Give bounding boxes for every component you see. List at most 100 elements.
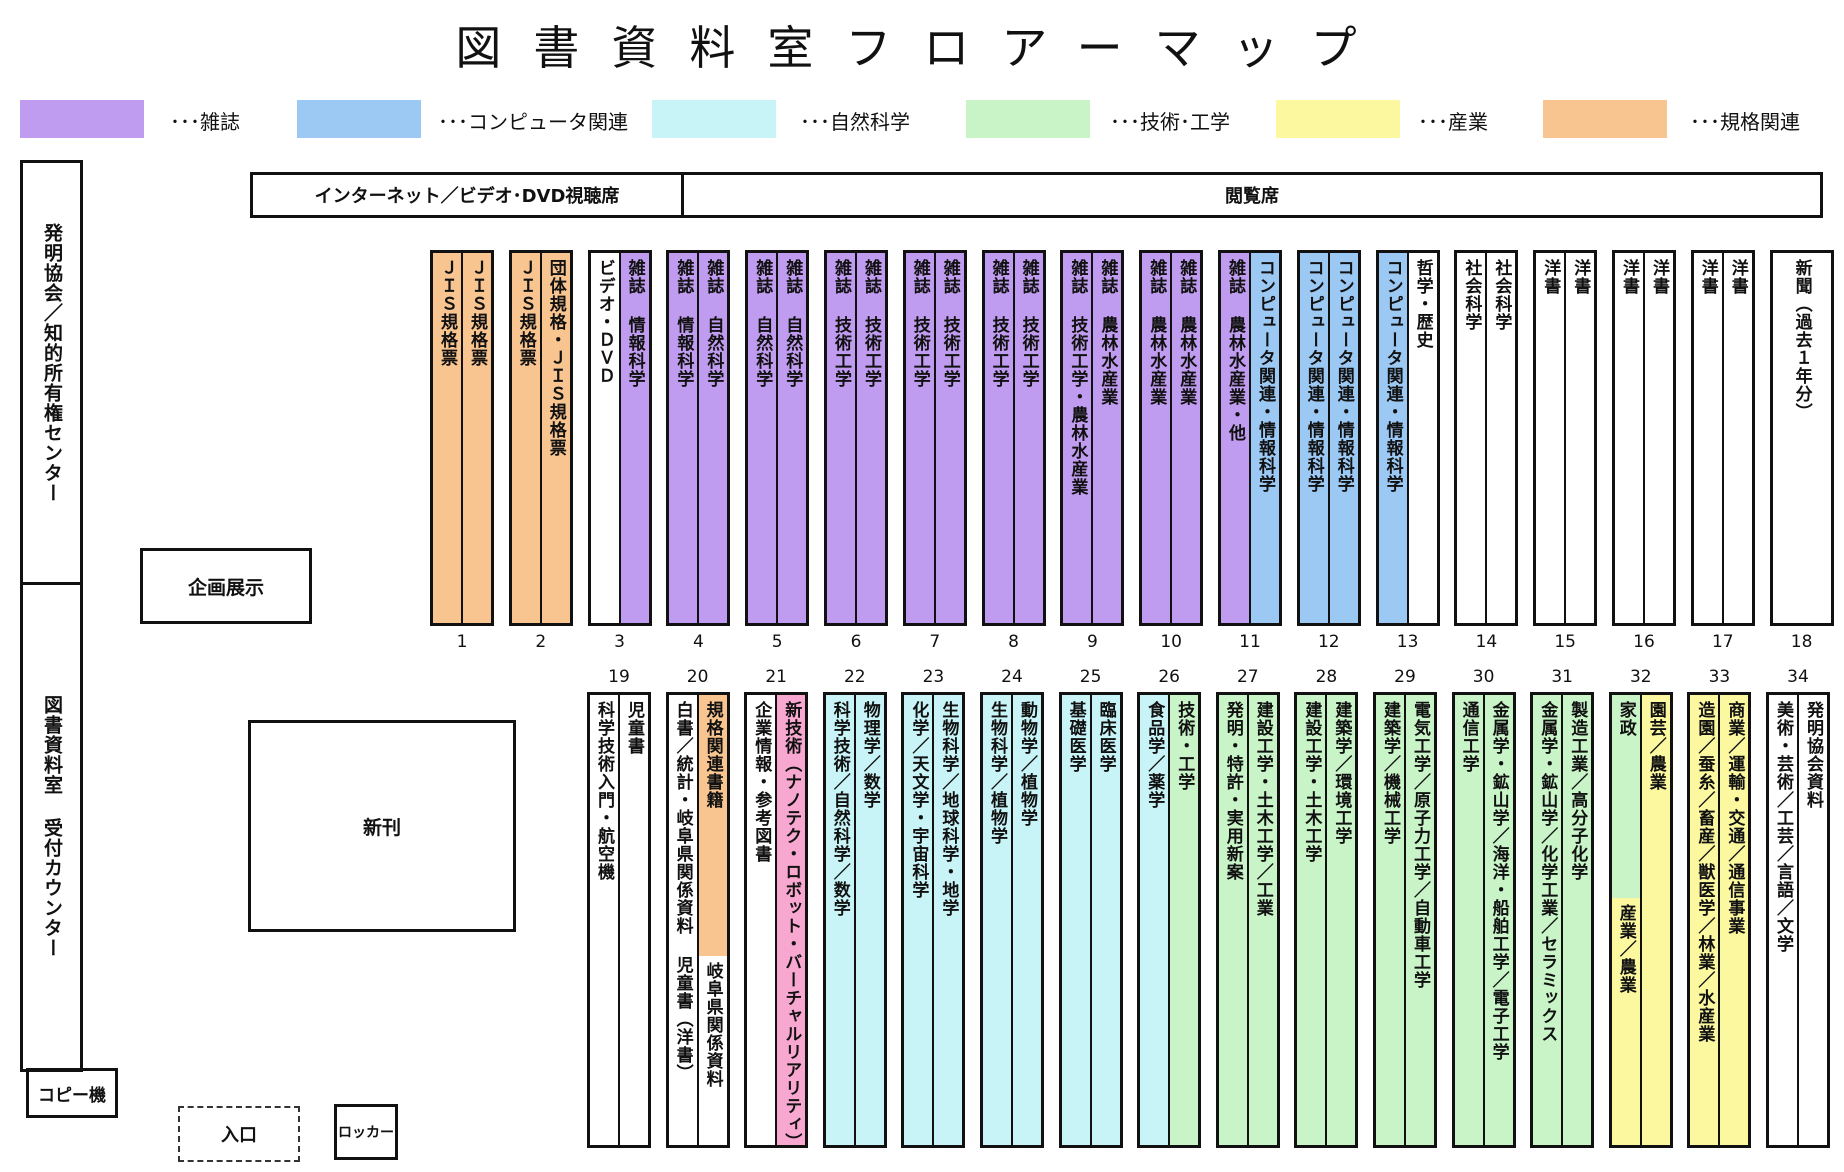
shelf-label: 雑誌 技術工学 (831, 259, 851, 388)
shelf-label: 洋書 (1697, 259, 1718, 295)
shelf-label: 社会科学 (1461, 259, 1482, 331)
shelf-label: 新聞（過去１年分） (1791, 259, 1812, 421)
shelf-label: 雑誌 自然科学 (703, 259, 724, 388)
shelf-label: 規格関連書籍 (702, 701, 723, 809)
shelf-number: 6 (850, 632, 862, 652)
shelf-number: 5 (771, 632, 783, 652)
shelf-label: 雑誌 技術工学 (909, 259, 930, 388)
shelf-label: 社会科学 (1491, 259, 1512, 331)
shelf-section: コンピュータ関連・情報科学 (1328, 253, 1358, 623)
shelf-section: ＪＩＳ規格票 (433, 253, 462, 623)
shelf-label: 発明協会資料 (1803, 701, 1823, 809)
legend-label: ･･･規格関連 (1690, 110, 1800, 134)
shelf-section: 団体規格・ＪＩＳ規格票 (540, 253, 570, 623)
shelf-label: 園芸／農業 (1645, 701, 1666, 791)
shelf-section: 雑誌 農林水産業 (1092, 253, 1122, 623)
bottom-shelf: 科学技術入門・航空機 児童書 (587, 692, 651, 1148)
shelf-label: 洋書 (1649, 259, 1669, 295)
shelf-label: 洋書 (1727, 259, 1748, 295)
shelf-number: 2 (535, 632, 547, 652)
shelf-label: 岐阜県関係資料 (702, 962, 723, 1088)
shelf-label: 団体規格・ＪＩＳ規格票 (545, 259, 566, 457)
top-shelf: 雑誌 自然科学 雑誌 自然科学 (745, 250, 810, 626)
shelf-section: コンピュータ関連・情報科学 (1250, 253, 1279, 623)
shelf-subsection: 規格関連書籍 (698, 695, 727, 956)
shelf-section: 食品学／薬学 (1140, 695, 1170, 1145)
shelf-number: 21 (765, 667, 787, 687)
top-shelf: 雑誌 技術工学 雑誌 技術工学 (902, 250, 967, 626)
shelf-section: 建築学／環境工学 (1326, 695, 1356, 1145)
shelf-label: コンピュータ関連・情報科学 (1333, 259, 1354, 493)
bottom-shelf: 造園／蚕糸／畜産／獣医学／林業／水産業 商業／運輸・交通／通信事業 (1687, 692, 1752, 1148)
shelf-label: 雑誌 農林水産業 (1097, 259, 1118, 406)
shelf-section: 動物学／植物学 (1012, 695, 1041, 1145)
shelf-section: 雑誌 情報科学 (669, 253, 699, 623)
shelf-section: 白書／統計・岐阜県関係資料 児童書（洋書） (668, 695, 698, 1145)
shelf-label: 雑誌 技術工学・農林水産業 (1067, 259, 1088, 496)
shelf-section: 社会科学 (1486, 253, 1516, 623)
top-shelf: 雑誌 情報科学 雑誌 自然科学 (666, 250, 731, 626)
shelf-label: 物理学／数学 (859, 701, 880, 809)
shelf-number: 11 (1239, 632, 1261, 652)
shelf-label: コンピュータ関連・情報科学 (1303, 259, 1324, 493)
shelf-section: 雑誌 農林水産業 (1142, 253, 1172, 623)
shelf-number: 33 (1708, 667, 1731, 687)
shelf-section: 電気工学／原子力工学／自動車工学 (1405, 695, 1434, 1145)
legend-swatch (966, 100, 1090, 138)
page-title: 図書資料室フロアーマップ (455, 21, 1389, 75)
shelf-label: 雑誌 農林水産業 (1176, 259, 1197, 406)
shelf-label: 雑誌 情報科学 (624, 259, 645, 388)
shelf-number: 20 (686, 667, 709, 687)
shelf-section: 基礎医学 (1061, 695, 1091, 1145)
shelf-number: 30 (1472, 667, 1495, 687)
bottom-shelf: 発明・特許・実用新案 建設工学・土木工学／工業 (1215, 692, 1280, 1148)
shelf-number: 25 (1079, 667, 1102, 687)
shelf-section: 雑誌 技術工学 (1013, 253, 1043, 623)
shelf-section: 洋書 (1693, 253, 1723, 623)
shelf-label: 商業／運輸・交通／通信事業 (1724, 701, 1745, 935)
top-shelf: 雑誌 技術工学・農林水産業 雑誌 農林水産業 (1060, 250, 1125, 626)
shelf-label: 科学技術／自然科学／数学 (829, 701, 850, 917)
shelf-section: 雑誌 情報科学 (619, 253, 649, 623)
shelf-number: 15 (1554, 632, 1576, 652)
legend-swatch (20, 100, 144, 138)
shelf-label: 新技術（ナノテク・ロボット・バーチャルリアリティ） (781, 701, 802, 1145)
top-shelf: 雑誌 農林水産業 雑誌 農林水産業 (1139, 250, 1204, 626)
shelf-section: 製造工業／高分子化学 (1562, 695, 1592, 1145)
shelf-section: 生物科学／地球科学・地学 (933, 695, 963, 1145)
locker-label: ロッカー (338, 1125, 394, 1141)
shelf-section: 洋書 (1722, 253, 1752, 623)
entrance-label: 入口 (221, 1125, 257, 1146)
shelf-label: 洋書 (1570, 259, 1591, 295)
top-shelf: 洋書 洋書 (1612, 250, 1676, 626)
shelf-section: 建設工学・土木工学 (1297, 695, 1327, 1145)
shelf-number: 16 (1633, 632, 1655, 652)
internet-video-area: インターネット／ビデオ･DVD視聴席 (250, 172, 684, 218)
shelf-number: 7 (929, 632, 941, 652)
shelf-section: 臨床医学 (1090, 695, 1120, 1145)
top-shelf: 洋書 洋書 (1533, 250, 1598, 626)
hatsumei-center: 発明協会／知的所有権センター (20, 160, 83, 585)
shelf-number: 12 (1317, 632, 1340, 652)
shelf-section: 生物科学／植物学 (983, 695, 1012, 1145)
shelf-section: 新聞（過去１年分） (1772, 253, 1831, 623)
shelf-label: 雑誌 技術工学 (861, 259, 881, 388)
shelf-number: 29 (1394, 667, 1416, 687)
shelf-label: 雑誌 自然科学 (752, 259, 773, 388)
shelf-label: 技術・工学 (1174, 701, 1195, 791)
bottom-shelf: 化学／天文学・宇宙科学 生物科学／地球科学・地学 (901, 692, 966, 1148)
shelf-label: 雑誌 技術工学 (1018, 259, 1039, 388)
hatsumei-center-label: 発明協会／知的所有権センター (41, 223, 63, 503)
legend-label: ･･･産業 (1418, 110, 1488, 134)
shelf-label: 金属学・鉱山学／化学工業／セラミックス (1537, 701, 1558, 1043)
shelf-section: 造園／蚕糸／畜産／獣医学／林業／水産業 (1690, 695, 1720, 1145)
shelf-number: 34 (1787, 667, 1809, 687)
shelf-number: 13 (1396, 632, 1419, 652)
shelf-label: ＪＩＳ規格票 (437, 259, 457, 367)
shelf-label: ビデオ・ＤＶＤ (594, 259, 615, 385)
shelf-label: 生物科学／植物学 (987, 701, 1007, 845)
shelf-label: 建設工学・土木工学 (1301, 701, 1322, 863)
shelf-number: 8 (1008, 632, 1019, 652)
shelf-label: 化学／天文学・宇宙科学 (908, 701, 929, 899)
shelf-section: コンピュータ関連・情報科学 (1378, 253, 1408, 623)
